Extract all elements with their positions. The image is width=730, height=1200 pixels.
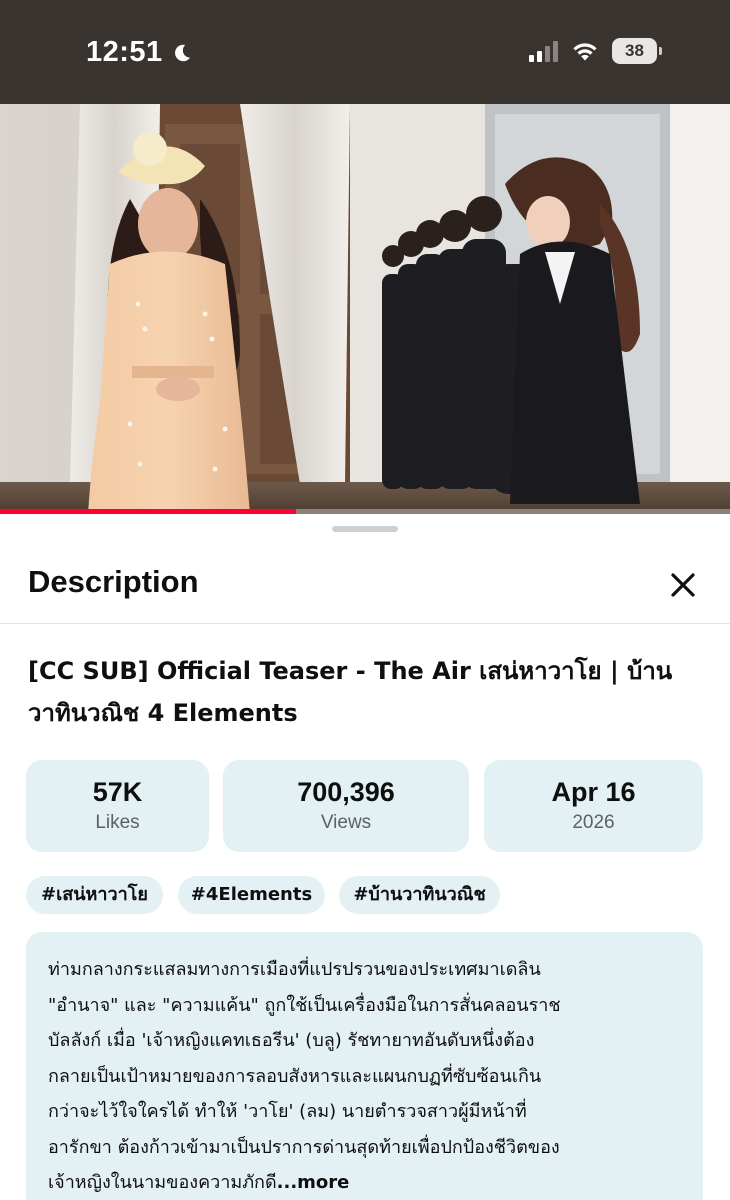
description-line: ท่ามกลางกระแสลมทางการเมืองที่แปรปรวนของป…	[48, 959, 541, 980]
video-title-line: [CC SUB] Official Teaser - The Air เสน่ห…	[28, 657, 673, 685]
description-line: กลายเป็นเป้าหมายของการลอบสังหารและแผนกบฏ…	[48, 1065, 542, 1087]
views-label: Views	[320, 812, 372, 833]
hashtag-chip[interactable]: #เสน่หาวาโย	[26, 876, 163, 914]
status-bar: 12:51 38	[0, 0, 730, 104]
description-line: กว่าจะไว้ใจใครได้ ทำให้ 'วาโย' (ลม) นายต…	[48, 1101, 527, 1122]
hashtag-chip[interactable]: #4Elements	[178, 876, 325, 914]
status-icons: 38	[529, 38, 662, 64]
description-line: อารักขา ต้องก้าวเข้ามาเป็นปราการด่านสุดท…	[48, 1136, 560, 1158]
likes-label: Likes	[95, 812, 140, 833]
wifi-icon	[573, 43, 597, 61]
battery-icon: 38	[612, 38, 662, 64]
sheet-header: Description	[0, 550, 730, 624]
video-title-line: วาทินวณิช 4 Elements	[28, 699, 298, 727]
screen: 12:51 38 Description [CC SUB] Official T…	[0, 0, 730, 1200]
description-text: ท่ามกลางกระแสลมทางการเมืองที่แปรปรวนของป…	[48, 952, 688, 1200]
description-line: "อำนาจ" และ "ความแค้น" ถูกใช้เป็นเครื่อง…	[48, 994, 561, 1016]
hashtag-chip[interactable]: #บ้านวาทินวณิช	[339, 876, 500, 914]
description-line: เจ้าหญิงในนามของความภักดี	[48, 1172, 277, 1193]
description-line: บัลลังก์ เมื่อ 'เจ้าหญิงแคทเธอรีน' (บลู)…	[48, 1030, 535, 1051]
status-time: 12:51	[86, 36, 163, 68]
video-frame-image	[0, 104, 730, 514]
publish-year: 2026	[572, 812, 615, 833]
moon-icon	[174, 44, 190, 61]
views-stat: 700,396 Views	[223, 760, 469, 852]
description-box[interactable]: ท่ามกลางกระแสลมทางการเมืองที่แปรปรวนของป…	[26, 932, 703, 1200]
publish-date: Apr 16	[551, 777, 636, 807]
more-link[interactable]: ...more	[277, 1172, 350, 1193]
description-last-line: เจ้าหญิงในนามของความภักดี...more	[48, 1165, 688, 1200]
cellular-signal-icon	[529, 40, 558, 62]
video-title: [CC SUB] Official Teaser - The Air เสน่ห…	[28, 650, 708, 734]
battery-level: 38	[612, 38, 657, 64]
sheet-title: Description	[28, 564, 199, 599]
sheet-drag-handle[interactable]	[332, 526, 398, 532]
likes-stat: 57K Likes	[26, 760, 209, 852]
video-player[interactable]	[0, 104, 730, 514]
close-icon[interactable]	[666, 568, 700, 602]
views-count: 700,396	[297, 777, 395, 807]
status-time-group: 12:51	[86, 36, 193, 69]
likes-count: 57K	[92, 777, 143, 807]
date-stat: Apr 16 2026	[484, 760, 703, 852]
description-sheet: Description [CC SUB] Official Teaser - T…	[0, 514, 730, 1200]
